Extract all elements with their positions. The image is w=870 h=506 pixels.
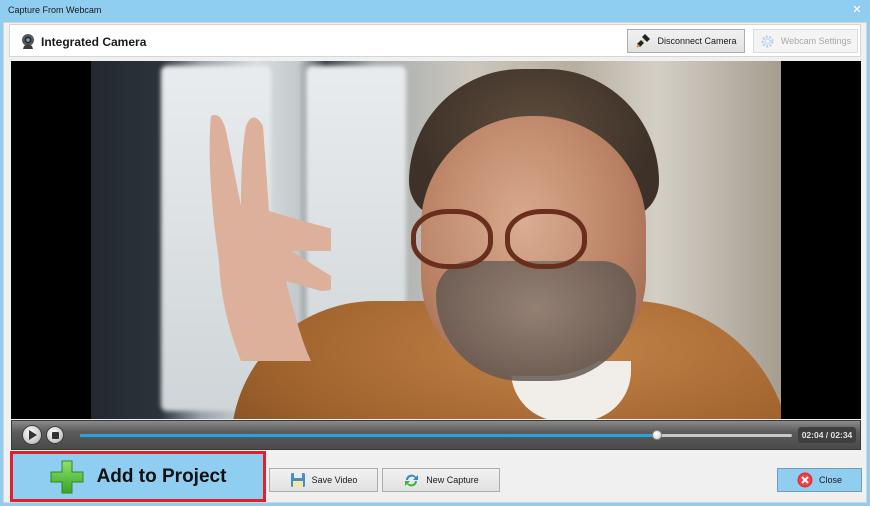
floppy-disk-icon <box>290 473 305 487</box>
new-capture-button[interactable]: New Capture <box>382 468 500 492</box>
glasses-right-lens <box>505 209 587 269</box>
play-icon <box>28 430 37 440</box>
stop-icon <box>51 431 59 439</box>
plug-disconnect-icon <box>636 34 651 48</box>
video-preview <box>11 61 861 419</box>
close-x-icon[interactable]: ✕ <box>851 4 863 16</box>
add-to-project-label: Add to Project <box>96 465 227 487</box>
disconnect-camera-button[interactable]: Disconnect Camera <box>627 29 745 53</box>
red-x-circle-icon <box>797 472 813 488</box>
person-hand <box>209 115 331 361</box>
timecode: 02:04 / 02:34 <box>798 427 856 443</box>
video-frame <box>91 61 781 419</box>
playback-controls: 02:04 / 02:34 <box>11 420 861 450</box>
camera-name: Integrated Camera <box>41 35 147 49</box>
close-button[interactable]: Close <box>777 468 862 492</box>
title-bar[interactable]: Capture From Webcam ✕ <box>0 0 870 22</box>
camera-header: Integrated Camera Disconnect Camera Webc… <box>9 24 861 57</box>
webcam-icon <box>22 34 34 49</box>
add-to-project-button[interactable]: Add to Project <box>13 454 263 499</box>
client-area: Integrated Camera Disconnect Camera Webc… <box>3 22 867 503</box>
seek-bar-progress <box>80 434 657 437</box>
seek-bar[interactable] <box>80 430 792 440</box>
new-capture-label: New Capture <box>426 475 479 485</box>
disconnect-camera-label: Disconnect Camera <box>657 36 737 46</box>
glasses-left-lens <box>411 209 493 269</box>
capture-window: Capture From Webcam ✕ Integrated Camera … <box>0 0 870 506</box>
refresh-arrows-icon <box>405 474 419 486</box>
play-button[interactable] <box>22 425 42 445</box>
green-plus-icon <box>50 460 84 493</box>
save-video-label: Save Video <box>311 475 358 485</box>
seek-thumb[interactable] <box>651 430 662 440</box>
webcam-settings-button[interactable]: Webcam Settings <box>753 29 858 53</box>
webcam-settings-label: Webcam Settings <box>780 36 852 46</box>
stop-button[interactable] <box>46 426 64 444</box>
save-video-button[interactable]: Save Video <box>269 468 378 492</box>
close-label: Close <box>818 475 842 485</box>
window-title: Capture From Webcam <box>8 5 102 15</box>
gear-icon <box>761 34 774 48</box>
